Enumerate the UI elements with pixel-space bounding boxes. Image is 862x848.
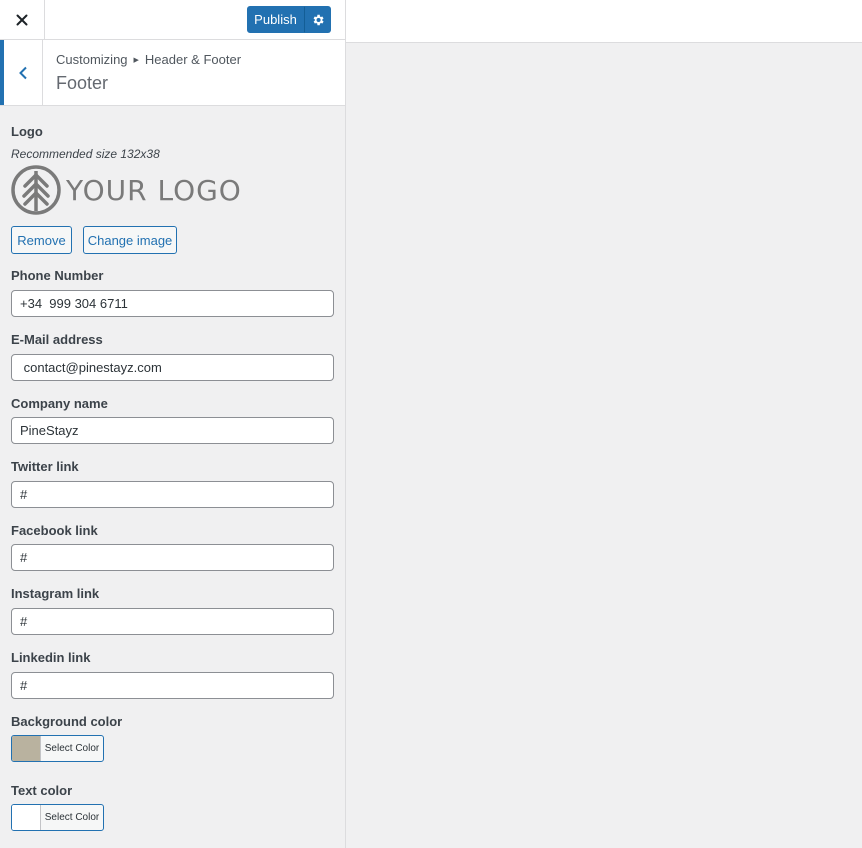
section-header: Customizing ▶ Header & Footer Footer: [0, 40, 345, 106]
logo-preview: YOUR LOGO: [11, 165, 242, 215]
facebook-label: Facebook link: [11, 523, 98, 538]
company-label: Company name: [11, 396, 108, 411]
back-button[interactable]: [0, 40, 43, 105]
logo-label: Logo: [11, 124, 43, 139]
text-color-picker[interactable]: Select Color: [11, 804, 104, 831]
breadcrumb-separator-icon: ▶: [133, 56, 139, 64]
linkedin-input[interactable]: [11, 672, 334, 699]
breadcrumb: Customizing ▶ Header & Footer: [56, 52, 241, 67]
phone-input[interactable]: [11, 290, 334, 317]
close-icon: [16, 14, 28, 26]
logo-description: Recommended size 132x38: [11, 147, 160, 161]
background-color-swatch: [12, 736, 41, 761]
twitter-input[interactable]: [11, 481, 334, 508]
facebook-input[interactable]: [11, 544, 334, 571]
twitter-label: Twitter link: [11, 459, 79, 474]
background-color-picker[interactable]: Select Color: [11, 735, 104, 762]
text-color-label: Text color: [11, 783, 73, 798]
customizer-topbar: Publish: [0, 0, 345, 40]
page-title: Footer: [56, 73, 109, 93]
linkedin-label: Linkedin link: [11, 650, 91, 665]
preview-header-bar: [346, 0, 862, 43]
chevron-left-icon: [19, 66, 27, 79]
customizer-sidebar: Publish Customizing ▶ Header & Footer Fo…: [0, 0, 346, 848]
publish-button[interactable]: Publish: [247, 6, 304, 33]
publish-group: Publish: [247, 6, 331, 33]
publish-settings-button[interactable]: [304, 6, 331, 33]
email-input[interactable]: [11, 354, 334, 381]
breadcrumb-item: Header & Footer: [144, 52, 242, 67]
close-button[interactable]: [0, 0, 45, 40]
breadcrumb-item: Customizing: [56, 52, 128, 67]
instagram-input[interactable]: [11, 608, 334, 635]
phone-label: Phone Number: [11, 268, 104, 283]
instagram-label: Instagram link: [11, 586, 100, 601]
pine-tree-logo-icon: [11, 165, 61, 215]
company-input[interactable]: [11, 417, 334, 444]
logo-image-text: YOUR LOGO: [66, 173, 242, 207]
select-color-label: Select Color: [44, 743, 100, 754]
text-color-swatch: [12, 805, 41, 830]
remove-logo-button[interactable]: Remove: [11, 226, 72, 254]
change-image-button[interactable]: Change image: [83, 226, 177, 254]
gear-icon: [313, 14, 324, 25]
preview-area: [346, 0, 862, 848]
background-color-label: Background color: [11, 714, 123, 729]
select-color-label: Select Color: [44, 812, 100, 823]
email-label: E-Mail address: [11, 332, 103, 347]
